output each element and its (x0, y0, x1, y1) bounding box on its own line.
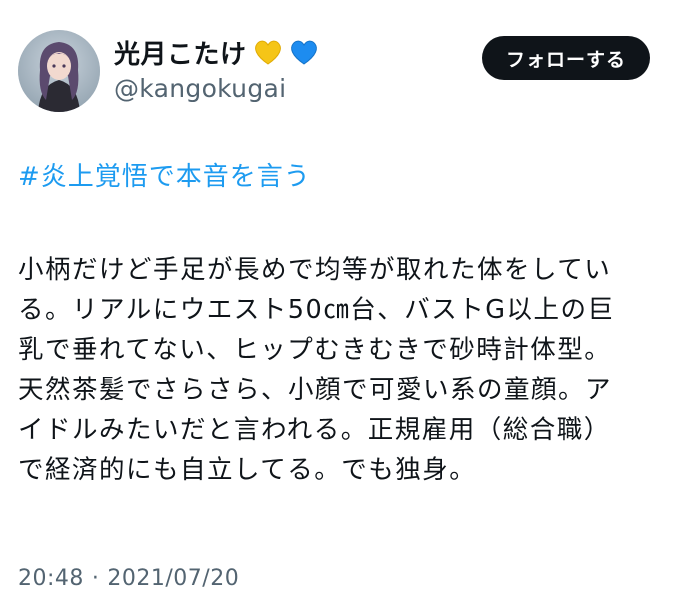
tweet-text-line: 乳で垂れてない、ヒップむきむきで砂時計体型。 (18, 335, 612, 365)
tweet-text-line: で経済的にも自立してる。でも独身。 (18, 455, 477, 485)
tweet-time: 20:48 (18, 566, 84, 591)
tweet-text: 小柄だけど手足が長めで均等が取れた体をしてい る。リアルにウエスト50㎝台、バス… (18, 250, 664, 490)
yellow-heart-icon (253, 38, 283, 66)
tweet-card: 光月こたけ @kangokugai フォローする #炎上覚悟で本音を言う 小柄だ… (0, 0, 680, 609)
tweet-text-line: る。リアルにウエスト50㎝台、バストG以上の巨 (18, 295, 615, 325)
user-names: 光月こたけ @kangokugai (114, 32, 319, 103)
tweet-text-line: 天然茶髪でさらさら、小顔で可愛い系の童顔。ア (18, 375, 613, 405)
blue-heart-icon (289, 38, 319, 66)
tweet-text-line: イドルみたいだと言われる。正規雇用（総合職） (18, 415, 611, 445)
hashtag-link[interactable]: #炎上覚悟で本音を言う (18, 156, 311, 193)
tweet-date: 2021/07/20 (107, 566, 240, 591)
meta-separator: · (91, 566, 100, 591)
user-handle[interactable]: @kangokugai (114, 74, 319, 103)
tweet-text-line: 小柄だけど手足が長めで均等が取れた体をしてい (18, 255, 612, 285)
tweet-timestamp[interactable]: 20:48 · 2021/07/20 (18, 566, 239, 591)
display-name-row: 光月こたけ (114, 32, 319, 72)
follow-button[interactable]: フォローする (482, 36, 650, 80)
tweet-header: 光月こたけ @kangokugai フォローする (18, 26, 662, 116)
avatar[interactable] (18, 30, 100, 112)
display-name[interactable]: 光月こたけ (114, 34, 247, 71)
